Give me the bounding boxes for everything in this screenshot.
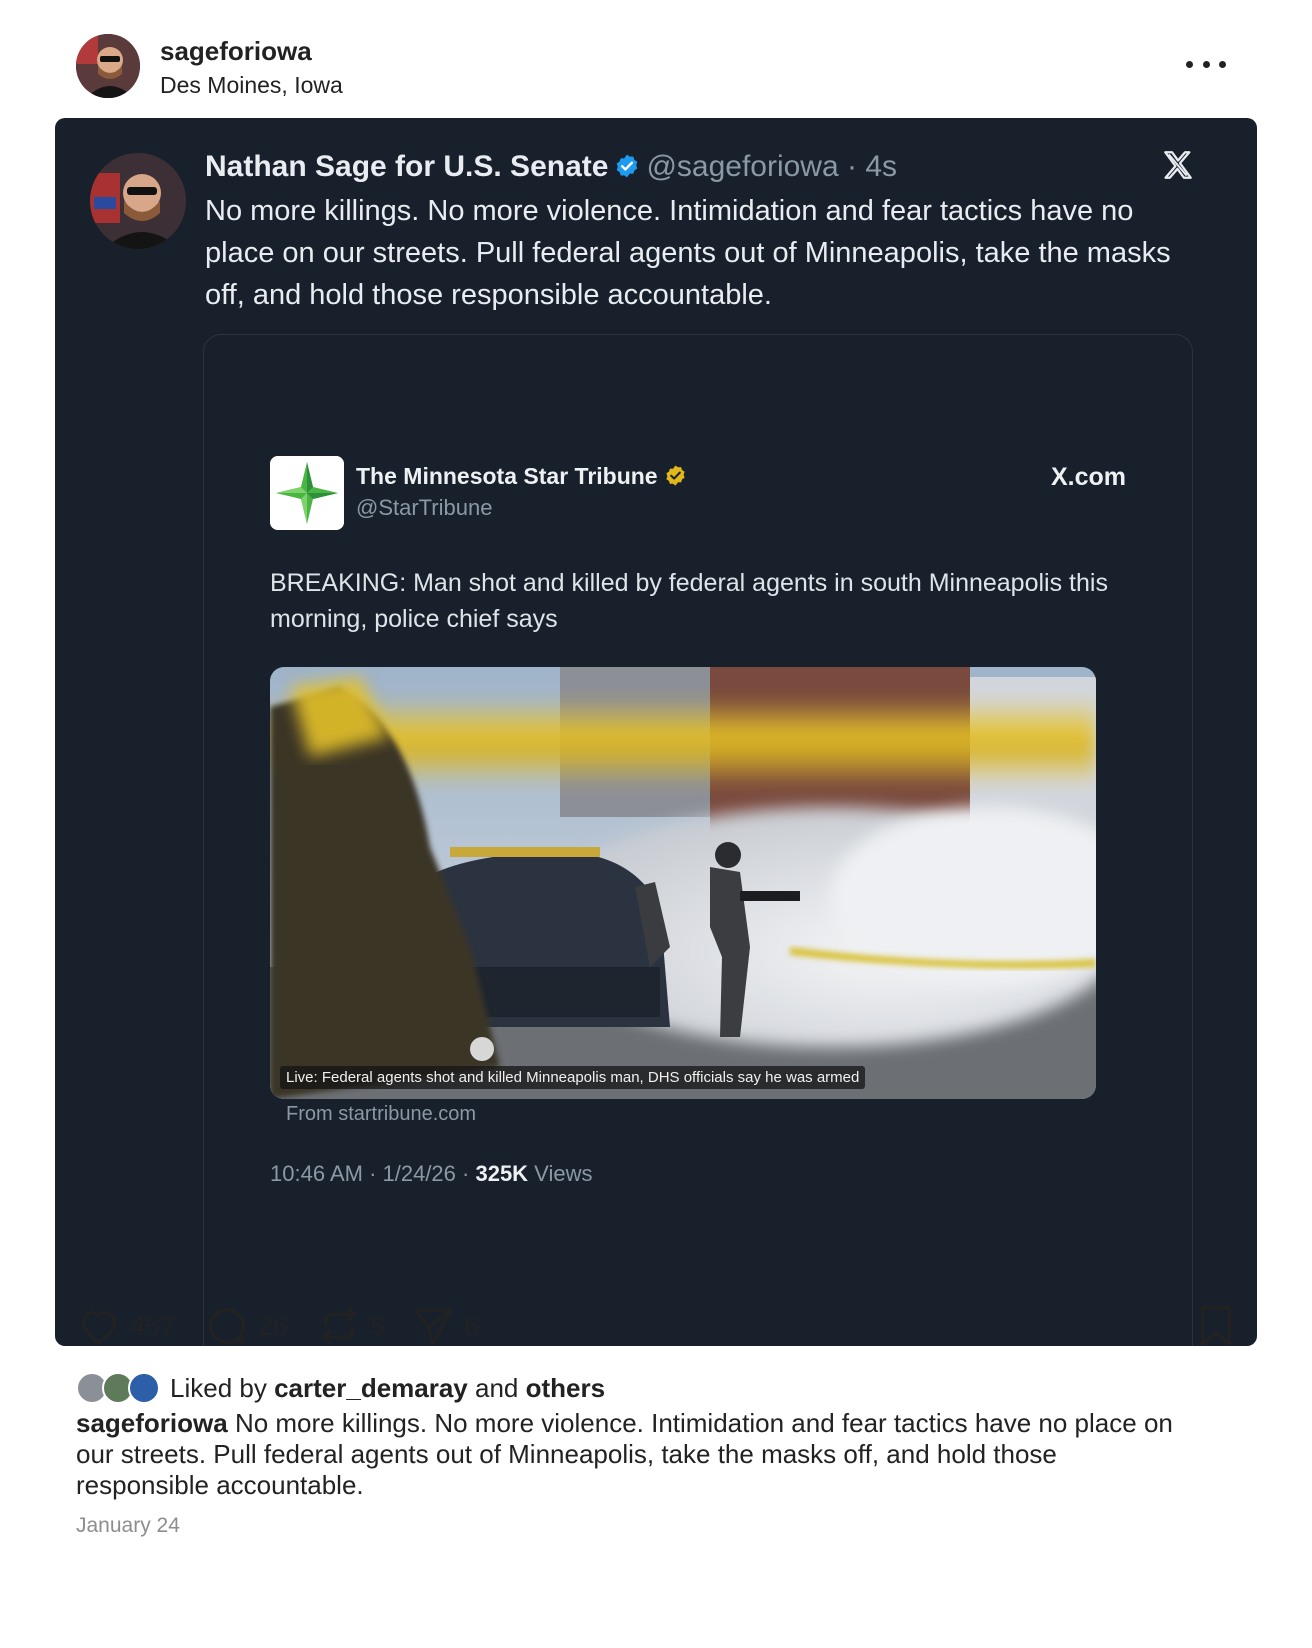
embed-meta: 10:46 AM · 1/24/26 · 325K Views: [270, 1161, 592, 1187]
quoted-embed[interactable]: The Minnesota Star Tribune @StarTribune …: [203, 334, 1193, 1346]
tweet-author: Nathan Sage for U.S. Senate @sageforiowa …: [205, 150, 897, 184]
avatar[interactable]: [76, 34, 140, 98]
views-label: Views: [528, 1161, 593, 1186]
star-tribune-logo: [270, 456, 344, 530]
source-link[interactable]: From startribune.com: [286, 1103, 476, 1126]
bookmark-icon[interactable]: [1196, 1304, 1236, 1348]
embed-timestamp: 10:46 AM · 1/24/26 ·: [270, 1161, 476, 1186]
caption-text: No more killings. No more violence. Inti…: [76, 1408, 1173, 1500]
liked-by[interactable]: Liked by carter_demaray and others: [76, 1370, 605, 1406]
tweet-handle-time: @sageforiowa · 4s: [646, 150, 897, 183]
tweet-display-name: Nathan Sage for U.S. Senate: [205, 150, 609, 183]
like-button[interactable]: 457: [76, 1300, 175, 1352]
repost-count: 5: [370, 1310, 386, 1341]
post-header: sageforiowa Des Moines, Iowa: [76, 32, 1256, 102]
verified-badge-icon: [617, 154, 638, 178]
site-label: X.com: [1050, 463, 1126, 491]
liked-middle: and: [467, 1372, 526, 1403]
tweet-avatar: [90, 153, 186, 249]
embed-source-handle: @StarTribune: [356, 495, 493, 520]
location[interactable]: Des Moines, Iowa: [160, 72, 343, 99]
comment-count: 26: [258, 1310, 289, 1341]
liked-avatars: [76, 1372, 162, 1404]
embed-source-name-text: The Minnesota Star Tribune: [356, 463, 658, 489]
action-bar: 457 26 5 6: [76, 1300, 1236, 1352]
tweet-text: No more killings. No more violence. Inti…: [205, 195, 1171, 311]
embed-source-name: The Minnesota Star Tribune: [356, 463, 687, 490]
embed-text: BREAKING: Man shot and killed by federal…: [270, 569, 1108, 633]
comment-button[interactable]: 26: [204, 1300, 288, 1352]
share-button[interactable]: 6: [410, 1300, 479, 1352]
views-count: 325K: [475, 1161, 529, 1186]
more-options-icon[interactable]: [1186, 54, 1226, 74]
x-logo-icon: [1164, 151, 1192, 179]
like-count: 457: [130, 1310, 176, 1341]
liker-avatar: [128, 1372, 160, 1404]
photo-caption: Live: Federal agents shot and killed Min…: [280, 1066, 866, 1089]
verified-gold-badge-icon: [666, 465, 685, 486]
post-date: January 24: [76, 1514, 180, 1537]
send-icon: [414, 1309, 452, 1345]
heart-icon: [82, 1310, 116, 1344]
comment-icon: [209, 1308, 245, 1344]
repost-icon: [322, 1307, 356, 1345]
share-count: 6: [464, 1310, 480, 1341]
repost-button[interactable]: 5: [316, 1300, 385, 1352]
username[interactable]: sageforiowa: [160, 36, 312, 67]
tweet-card: Nathan Sage for U.S. Senate @sageforiowa …: [55, 118, 1257, 1346]
liked-others[interactable]: others: [526, 1373, 605, 1404]
caption-username[interactable]: sageforiowa: [76, 1408, 228, 1438]
liked-user[interactable]: carter_demaray: [274, 1373, 468, 1404]
post-caption: sageforiowa No more killings. No more vi…: [76, 1408, 1186, 1501]
news-photo[interactable]: Live: Federal agents shot and killed Min…: [270, 667, 1096, 1099]
liked-prefix: Liked by: [170, 1372, 275, 1403]
